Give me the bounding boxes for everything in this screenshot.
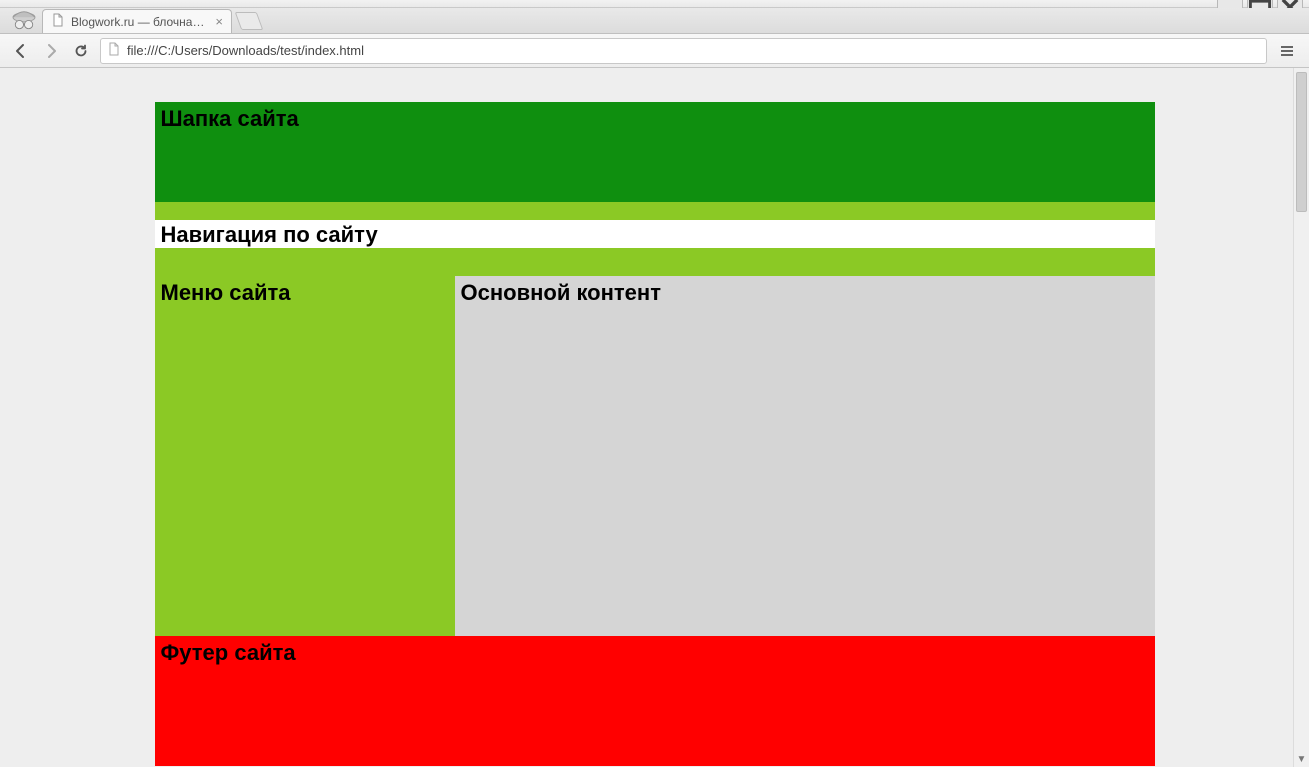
vertical-scrollbar[interactable]: ▲ ▼: [1293, 68, 1309, 767]
browser-toolbar: [0, 34, 1309, 68]
site-content: Основной контент: [455, 276, 1155, 636]
back-button[interactable]: [10, 40, 32, 62]
site-nav-title: Навигация по сайту: [161, 222, 1149, 248]
incognito-icon: [6, 7, 42, 33]
site-header-title: Шапка сайта: [161, 106, 1149, 132]
scroll-down-arrow-icon[interactable]: ▼: [1294, 751, 1309, 767]
site-content-title: Основной контент: [461, 280, 1149, 306]
page-wrapper: Шапка сайта Навигация по сайту Меню сайт…: [155, 102, 1155, 766]
page-viewport: Шапка сайта Навигация по сайту Меню сайт…: [0, 68, 1309, 767]
site-nav: Навигация по сайту: [155, 220, 1155, 248]
reload-button[interactable]: [70, 40, 92, 62]
site-footer: Футер сайта: [155, 636, 1155, 766]
close-tab-icon[interactable]: ×: [215, 14, 223, 29]
url-input[interactable]: [127, 43, 1260, 58]
site-header: Шапка сайта: [155, 102, 1155, 202]
tab-title: Blogwork.ru — блочная вер: [71, 15, 209, 29]
site-footer-title: Футер сайта: [161, 640, 1149, 666]
window-title-bar: [0, 0, 1309, 8]
scroll-thumb[interactable]: [1296, 72, 1307, 212]
site-middle: Меню сайта Основной контент: [155, 276, 1155, 636]
browser-menu-button[interactable]: [1275, 39, 1299, 63]
new-tab-button[interactable]: [235, 12, 264, 30]
site-menu-title: Меню сайта: [161, 280, 449, 306]
page-icon: [107, 42, 121, 59]
address-bar[interactable]: [100, 38, 1267, 64]
tab-strip: Blogwork.ru — блочная вер ×: [0, 8, 1309, 34]
browser-window: Blogwork.ru — блочная вер ×: [0, 0, 1309, 767]
page-favicon-icon: [51, 13, 65, 30]
site-menu: Меню сайта: [155, 276, 455, 636]
forward-button[interactable]: [40, 40, 62, 62]
browser-tab[interactable]: Blogwork.ru — блочная вер ×: [42, 9, 232, 33]
